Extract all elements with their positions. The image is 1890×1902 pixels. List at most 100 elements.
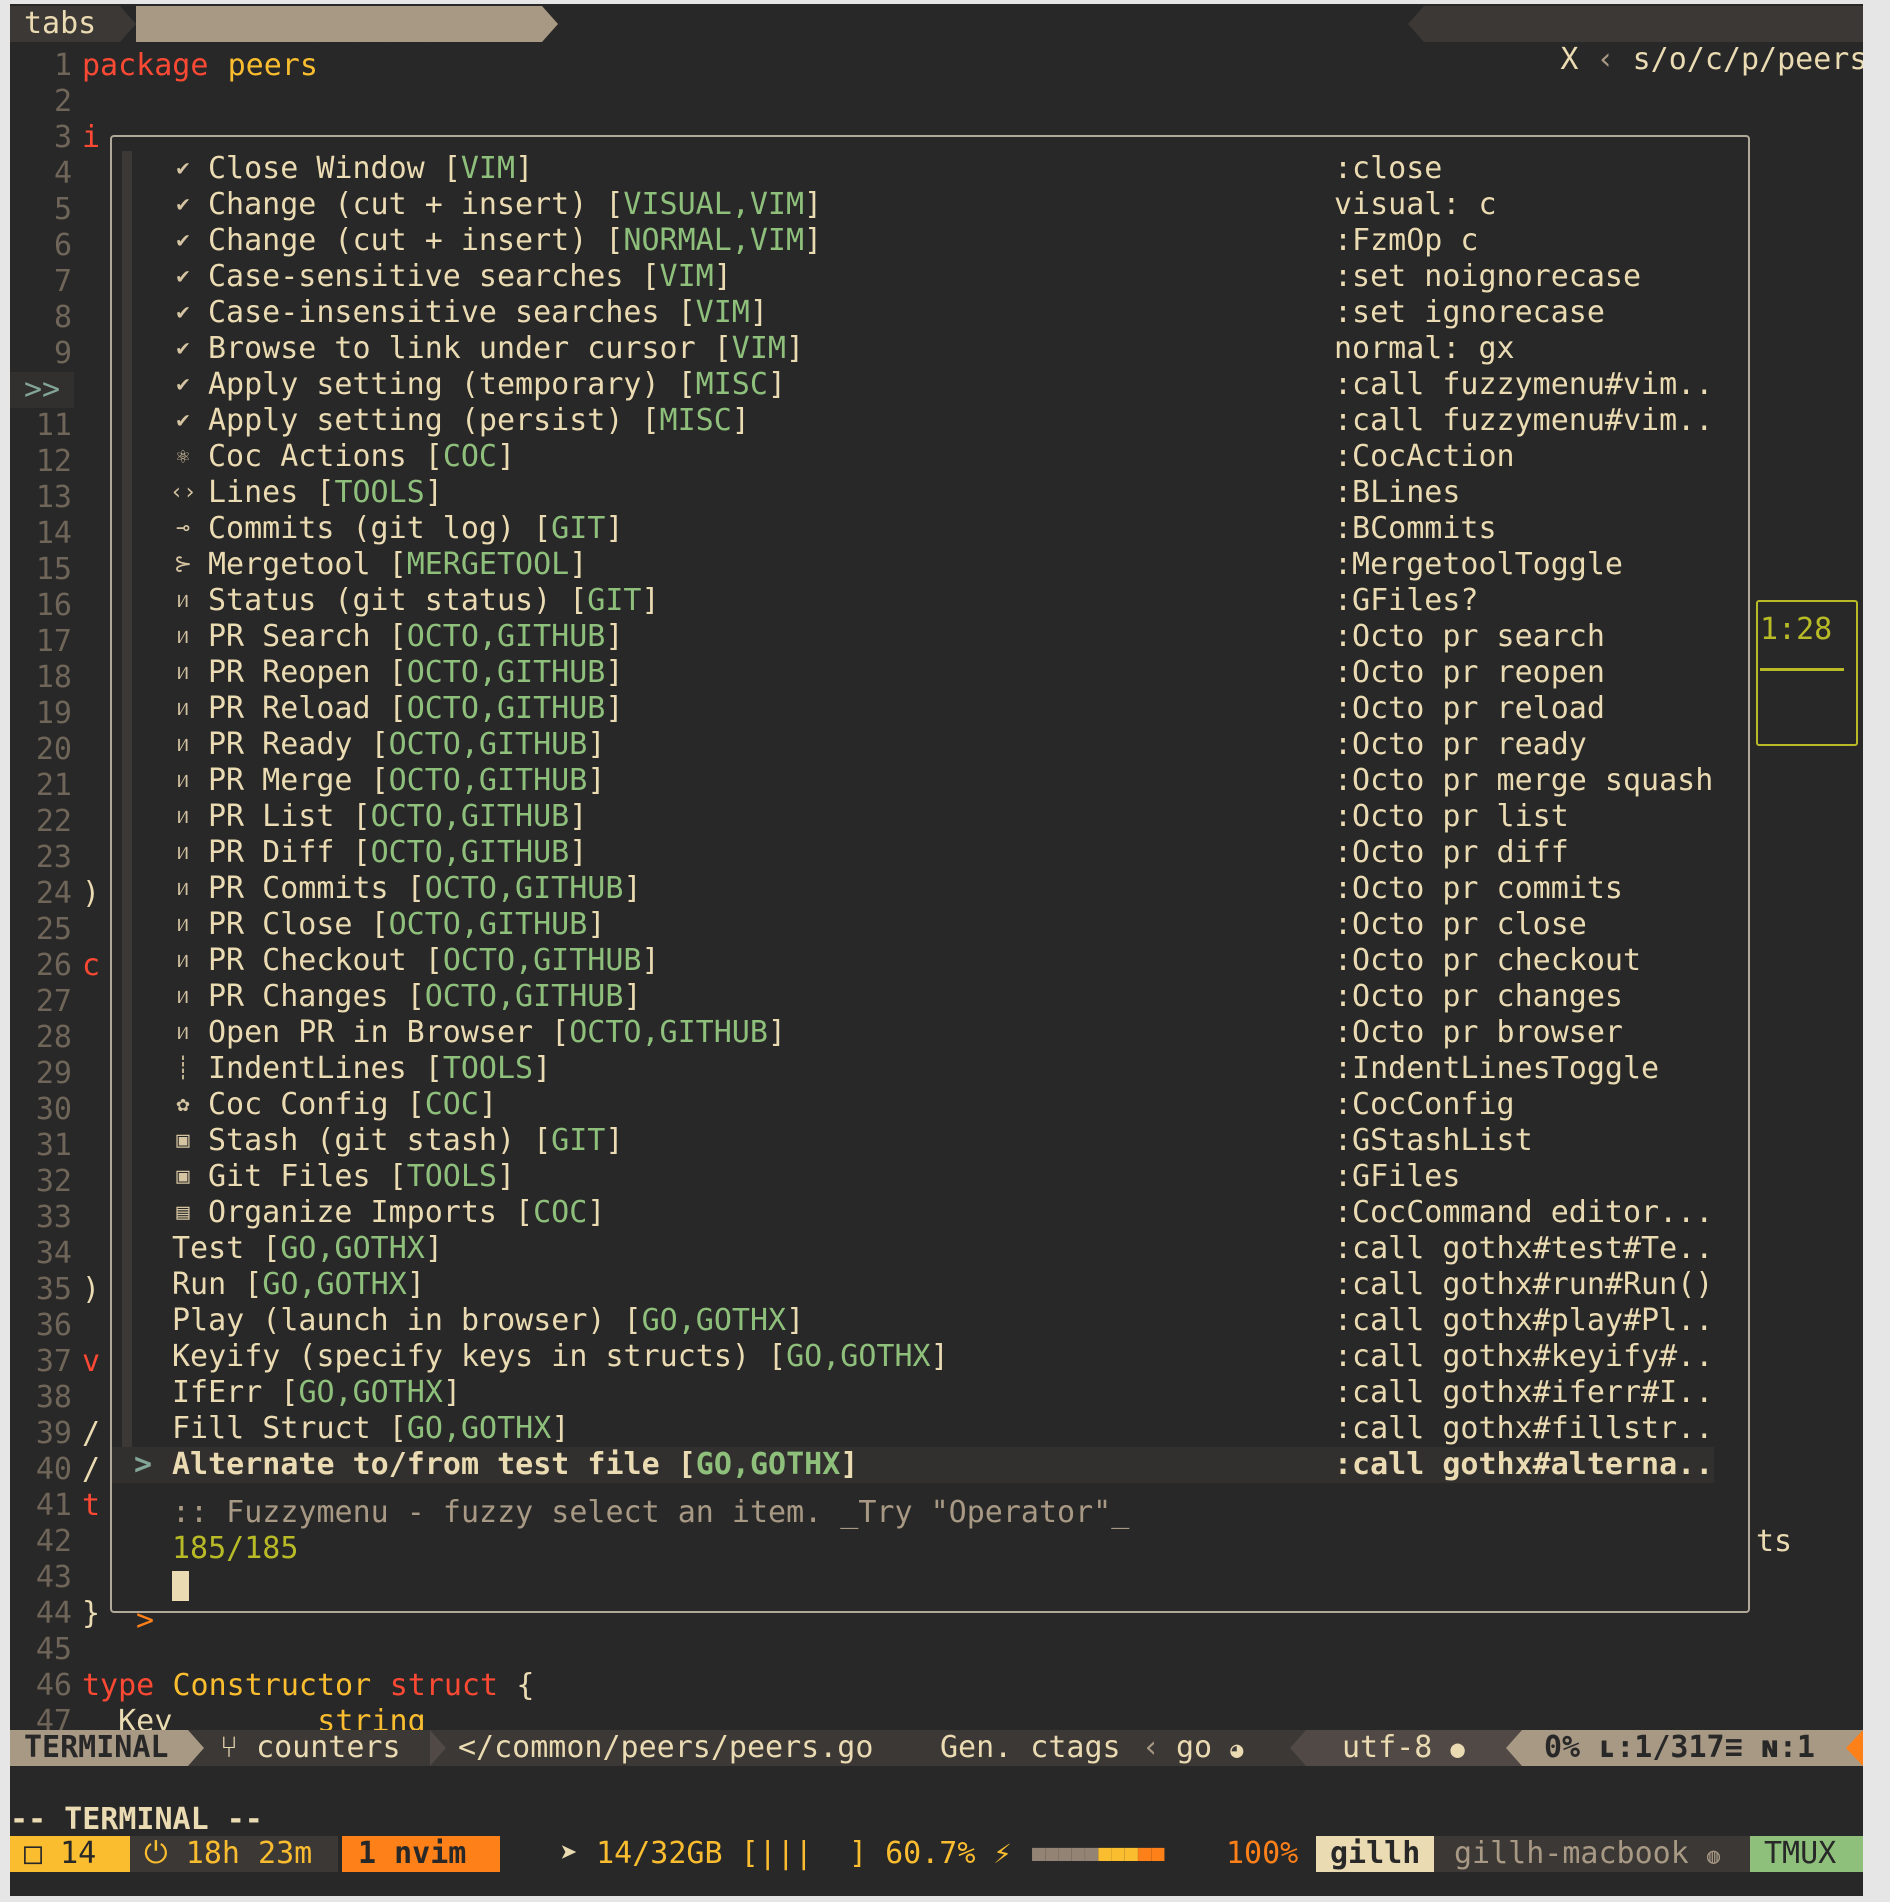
menu-item[interactable]: ᥢ PR Search [OCTO,GITHUB]:Octo pr search — [112, 619, 1742, 655]
item-title: Fill Struct — [172, 1411, 389, 1446]
menu-item[interactable]: ▣ Stash (git stash) [GIT]:GStashList — [112, 1123, 1742, 1159]
menu-item-label: Run [GO,GOTHX] — [172, 1267, 425, 1302]
pull-request-icon: ᥢ — [176, 732, 190, 757]
menu-item[interactable]: Run [GO,GOTHX]:call gothx#run#Run() — [112, 1267, 1742, 1303]
menu-item-command: :BCommits — [1334, 511, 1497, 546]
vim-icon: ✔ — [176, 336, 190, 361]
atom-icon: ⚛ — [176, 444, 190, 469]
menu-item-command: :Octo pr reopen — [1334, 655, 1605, 690]
status-separator — [1290, 1730, 1306, 1766]
line-number: 13 — [35, 480, 72, 515]
menu-item-command: :call gothx#play#Pl.. — [1334, 1303, 1714, 1338]
tab-separator — [542, 6, 558, 42]
item-gutter — [122, 259, 132, 295]
menu-item[interactable]: ✔ Case-insensitive searches [VIM]:set ign… — [112, 295, 1742, 331]
fuzzymenu-popup[interactable]: ✔ Close Window [VIM]:close ✔ Change (cut + … — [110, 135, 1750, 1638]
fuzzymenu-prompt-line[interactable]: > — [112, 1567, 1712, 1638]
code-line[interactable]: c — [82, 948, 100, 984]
menu-item-label: Keyify (specify keys in structs) [GO,GOT… — [172, 1339, 949, 1374]
line-number: 26 — [35, 948, 72, 983]
menu-item[interactable]: ✔ Change (cut + insert) [VISUAL,VIM] visua… — [112, 187, 1742, 223]
menu-item[interactable]: Keyify (specify keys in structs) [GO,GOT… — [112, 1339, 1742, 1375]
item-title: Change (cut + insert) — [208, 187, 606, 222]
menu-item[interactable]: ᥢ PR Reload [OCTO,GITHUB]:Octo pr reload — [112, 691, 1742, 727]
menu-item[interactable]: ᥢ PR Commits [OCTO,GITHUB]:Octo pr commit… — [112, 871, 1742, 907]
menu-item[interactable]: ‹› Lines [TOOLS]:BLines — [112, 475, 1742, 511]
menu-item[interactable]: ᥢ PR Ready [OCTO,GITHUB]:Octo pr ready — [112, 727, 1742, 763]
code-icon: ‹› — [170, 480, 197, 505]
line-number: 24 — [35, 876, 72, 911]
menu-item[interactable]: ✔ Case-sensitive searches [VIM]:set noign… — [112, 259, 1742, 295]
line-number: 1 — [53, 48, 72, 83]
menu-item[interactable]: ▣ Git Files [TOOLS]:GFiles — [112, 1159, 1742, 1195]
column-icon: ɴ — [1760, 1730, 1779, 1765]
menu-item[interactable]: ᥢ Status (git status) [GIT]:GFiles? — [112, 583, 1742, 619]
menu-item[interactable]: ┊ IndentLines [TOOLS]:IndentLinesToggle — [112, 1051, 1742, 1087]
menu-item[interactable]: Fill Struct [GO,GOTHX]:call gothx#fillst… — [112, 1411, 1742, 1447]
code-line[interactable]: / — [82, 1452, 100, 1488]
item-tag: OCTO,GITHUB — [424, 871, 624, 906]
line-number: 25 — [35, 912, 72, 947]
tab-separator — [1408, 6, 1424, 42]
menu-item[interactable]: ✿ Coc Config [COC]:CocConfig — [112, 1087, 1742, 1123]
line-number: 7 — [53, 264, 72, 299]
menu-item[interactable]: ᥢ PR Close [OCTO,GITHUB]:Octo pr close — [112, 907, 1742, 943]
tabline: tabs 1 s/o/c/p/peers.go ◕ X ‹ s/o/c/p/pe… — [10, 4, 1863, 77]
menu-item[interactable]: ᥢ Open PR in Browser [OCTO,GITHUB]:Octo p… — [112, 1015, 1742, 1051]
tabline-right-file: s/o/c/p/peers.go — [1632, 42, 1863, 77]
menu-item[interactable]: ⚛ Coc Actions [COC]:CocAction — [112, 439, 1742, 475]
line-number: 6 — [53, 228, 72, 263]
menu-item[interactable]: ᥢ PR Reopen [OCTO,GITHUB]:Octo pr reopen — [112, 655, 1742, 691]
code-line[interactable]: / — [82, 1416, 100, 1452]
menu-item[interactable]: ᥢ PR Changes [OCTO,GITHUB]:Octo pr change… — [112, 979, 1742, 1015]
menu-item[interactable]: ✔ Apply setting (temporary) [MISC]:call f… — [112, 367, 1742, 403]
line-number: 41 — [35, 1488, 72, 1523]
item-title: Coc Config — [208, 1087, 407, 1122]
line-number: 27 — [35, 984, 72, 1019]
menu-item[interactable]: ⊸ Commits (git log) [GIT]:BCommits — [112, 511, 1742, 547]
item-gutter — [122, 151, 132, 187]
item-tag: GIT — [551, 1123, 606, 1158]
line-number: 20 — [35, 732, 72, 767]
tmux-window-tab[interactable]: 1 nvim — [342, 1836, 500, 1872]
code-line[interactable]: ) — [82, 1272, 100, 1308]
menu-item[interactable]: IfErr [GO,GOTHX]:call gothx#iferr#I.. — [112, 1375, 1742, 1411]
menu-item[interactable]: ✔ Close Window [VIM]:close — [112, 151, 1742, 187]
close-tab-button[interactable]: X — [1560, 42, 1578, 77]
menu-item[interactable]: > Alternate to/from test file [GO,GOTHX]:… — [112, 1447, 1714, 1483]
menu-item[interactable]: ᥢ PR Merge [OCTO,GITHUB]:Octo pr merge sq… — [112, 763, 1742, 799]
menu-item[interactable]: ⊱ Mergetool [MERGETOOL]:MergetoolToggle — [112, 547, 1742, 583]
menu-item-command: :call fuzzymenu#vim.. — [1334, 403, 1714, 438]
item-tag: OCTO,GITHUB — [406, 619, 606, 654]
menu-item[interactable]: ✔ Apply setting (persist) [MISC]:call fuz… — [112, 403, 1742, 439]
prompt-cursor[interactable] — [172, 1571, 189, 1601]
battery-bar: ■■■■■■■■■■ — [1032, 1841, 1165, 1866]
menu-item-command: :CocCommand editor... — [1334, 1195, 1714, 1230]
menu-item[interactable]: ᥢ PR Diff [OCTO,GITHUB]:Octo pr diff — [112, 835, 1742, 871]
code-line[interactable]: t — [82, 1488, 100, 1524]
item-tag: GIT — [551, 511, 606, 546]
code-line[interactable]: v — [82, 1344, 100, 1380]
menu-item-command: :Octo pr commits — [1334, 871, 1623, 906]
menu-item[interactable]: ᥢ PR Checkout [OCTO,GITHUB]:Octo pr check… — [112, 943, 1742, 979]
menu-item-label: Fill Struct [GO,GOTHX] — [172, 1411, 570, 1446]
menu-item[interactable]: ᥢ PR List [OCTO,GITHUB]:Octo pr list — [112, 799, 1742, 835]
menu-item[interactable]: Test [GO,GOTHX]:call gothx#test#Te.. — [112, 1231, 1742, 1267]
item-gutter — [122, 1015, 132, 1051]
menu-item-label: Git Files [TOOLS] — [208, 1159, 516, 1194]
code-line[interactable]: ) — [82, 876, 100, 912]
menu-item[interactable]: ✔ Change (cut + insert) [NORMAL,VIM]:FzmO… — [112, 223, 1742, 259]
menu-item-label: PR Ready [OCTO,GITHUB] — [208, 727, 606, 762]
tab-active[interactable]: 1 s/o/c/p/peers.go ◕ — [136, 6, 607, 77]
menu-item[interactable]: Play (launch in browser) [GO,GOTHX]:call… — [112, 1303, 1742, 1339]
scroll-percent: 0% — [1544, 1730, 1581, 1765]
code-line[interactable]: i — [82, 120, 100, 156]
indent-icon: ┊ — [176, 1056, 190, 1081]
menu-item[interactable]: ▤ Organize Imports [COC]:CocCommand edito… — [112, 1195, 1742, 1231]
item-tag: TOOLS — [406, 1159, 497, 1194]
menu-item-command: visual: c — [1334, 187, 1497, 222]
item-tag: VIM — [659, 259, 714, 294]
match-counter: 185/185 — [172, 1531, 299, 1566]
code-line[interactable]: } — [82, 1596, 100, 1632]
menu-item[interactable]: ✔ Browse to link under cursor [VIM] normal… — [112, 331, 1742, 367]
